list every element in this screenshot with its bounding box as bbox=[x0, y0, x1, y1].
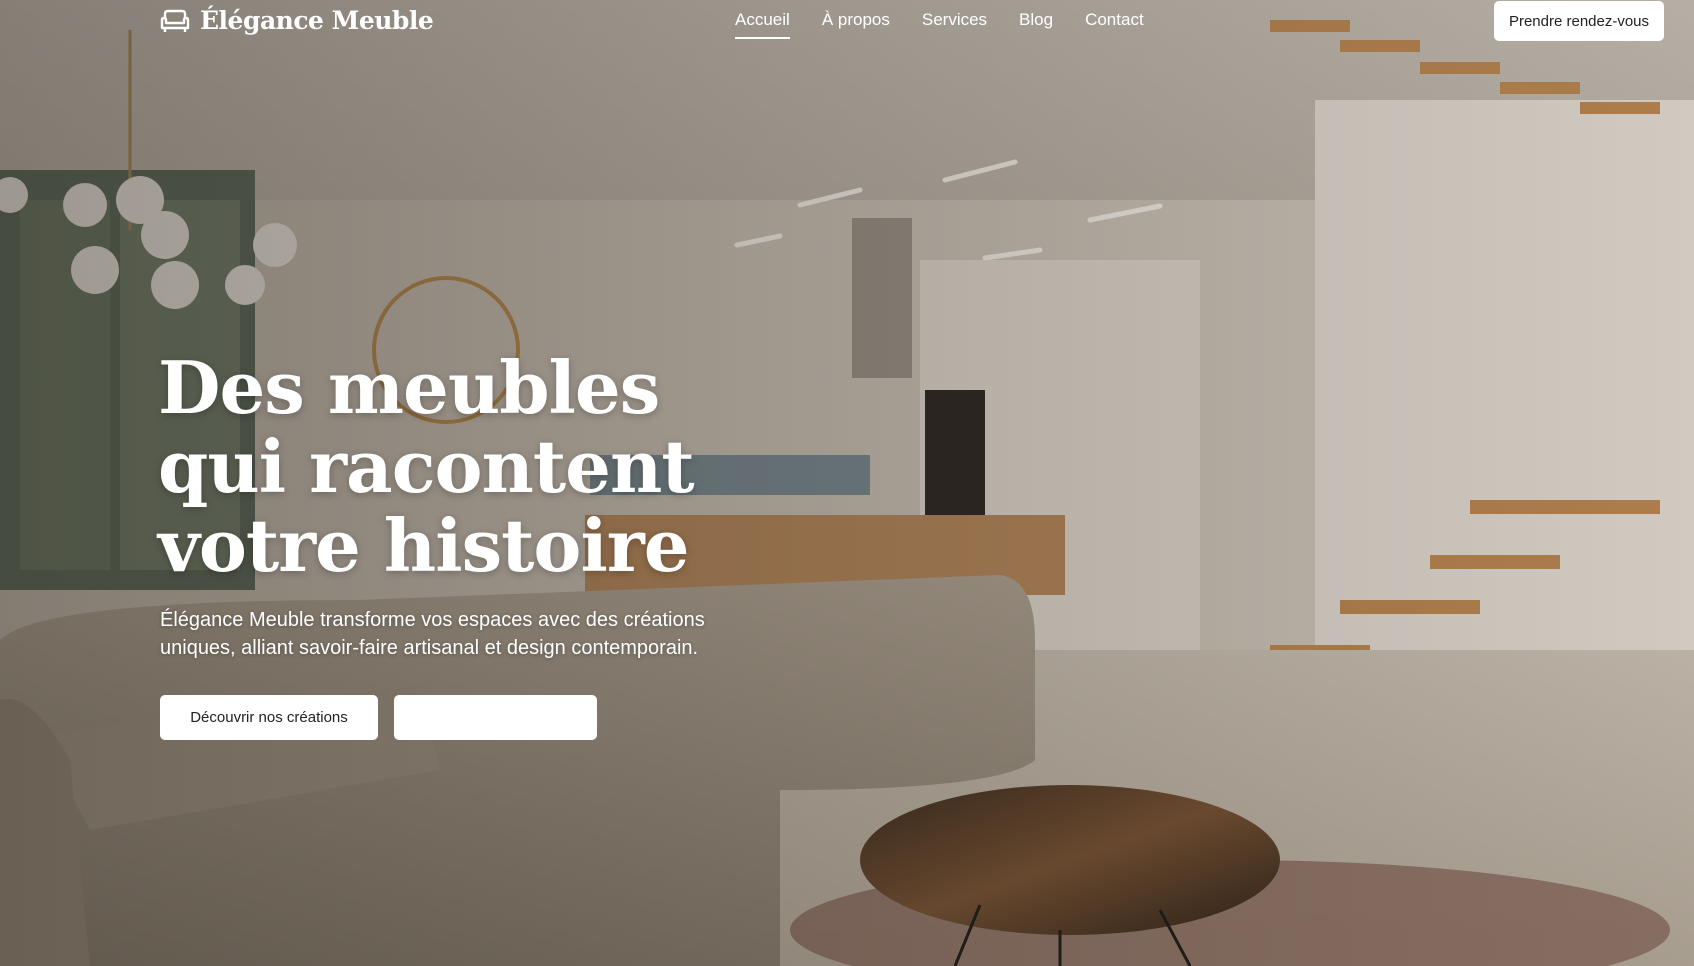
nav-item-contact[interactable]: Contact bbox=[1085, 10, 1144, 39]
sofa-icon bbox=[160, 9, 190, 32]
site-header: Élégance Meuble Accueil À propos Service… bbox=[0, 0, 1694, 44]
brand-logo[interactable]: Élégance Meuble bbox=[160, 6, 434, 35]
brand-name: Élégance Meuble bbox=[200, 6, 434, 35]
main-nav: Accueil À propos Services Blog Contact bbox=[735, 10, 1144, 39]
hero-subtitle: Élégance Meuble transforme vos espaces a… bbox=[160, 609, 705, 659]
discover-creations-button[interactable]: Découvrir nos créations bbox=[160, 695, 378, 740]
hero-section: Élégance Meuble Accueil À propos Service… bbox=[0, 0, 1694, 966]
hero-headline: Des meubles qui racontent votre histoire bbox=[158, 345, 695, 588]
nav-item-a-propos[interactable]: À propos bbox=[822, 10, 890, 39]
nav-item-blog[interactable]: Blog bbox=[1019, 10, 1053, 39]
book-appointment-button[interactable]: Prendre rendez-vous bbox=[1494, 1, 1664, 41]
nav-item-accueil[interactable]: Accueil bbox=[735, 10, 790, 39]
nav-item-services[interactable]: Services bbox=[922, 10, 987, 39]
secondary-hero-button[interactable] bbox=[394, 695, 597, 740]
